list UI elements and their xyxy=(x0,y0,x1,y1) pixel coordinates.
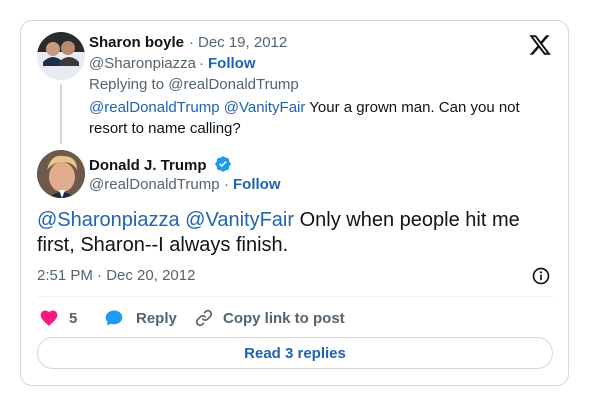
reply-button[interactable]: Reply xyxy=(104,308,177,328)
tweet-text: @Sharonpiazza @VanityFair Only when peop… xyxy=(37,208,547,258)
parent-mention-vanityfair[interactable]: @VanityFair xyxy=(224,99,306,116)
parent-handle[interactable]: @Sharonpiazza xyxy=(89,55,196,72)
parent-follow-separator: · xyxy=(199,55,204,72)
tweet-mention-vanityfair[interactable]: @VanityFair xyxy=(185,209,294,231)
parent-follow-link[interactable]: Follow xyxy=(208,55,256,72)
info-icon[interactable] xyxy=(531,266,551,286)
thread-line xyxy=(60,84,62,144)
tweet-mention-sharon[interactable]: @Sharonpiazza xyxy=(37,209,180,231)
replying-to-line: Replying to @realDonaldTrump xyxy=(89,76,299,93)
reply-bubble-icon[interactable] xyxy=(104,308,124,328)
link-icon[interactable] xyxy=(194,308,214,328)
x-logo-icon[interactable] xyxy=(528,33,552,57)
tweet-follow-separator: · xyxy=(224,176,229,193)
reply-label[interactable]: Reply xyxy=(136,310,177,327)
parent-tweet-text: @realDonaldTrump @VanityFair Your a grow… xyxy=(89,97,549,139)
tweet-author-name-text[interactable]: Donald J. Trump xyxy=(89,157,207,174)
replying-to-prefix: Replying to xyxy=(89,76,165,93)
tweet-time-separator: · xyxy=(97,267,103,284)
tweet-avatar[interactable] xyxy=(37,150,85,198)
tweet-author-name[interactable]: Donald J. Trump xyxy=(89,155,232,174)
replying-to-handle[interactable]: @realDonaldTrump xyxy=(168,76,299,93)
parent-avatar[interactable] xyxy=(37,32,85,80)
parent-date-separator: · xyxy=(189,34,194,51)
copy-link-label[interactable]: Copy link to post xyxy=(223,310,345,327)
read-replies-label[interactable]: Read 3 replies xyxy=(244,345,346,362)
copy-link-button[interactable]: Copy link to post xyxy=(194,308,345,328)
like-count: 5 xyxy=(69,309,78,327)
tweet-divider xyxy=(37,296,553,297)
parent-mention-trump[interactable]: @realDonaldTrump xyxy=(89,99,220,116)
tweet-follow-link[interactable]: Follow xyxy=(233,176,281,193)
read-replies-button[interactable]: Read 3 replies xyxy=(37,337,553,369)
tweet-time[interactable]: 2:51 PM xyxy=(37,267,93,284)
parent-date[interactable]: Dec 19, 2012 xyxy=(198,34,287,51)
tweet-timestamp[interactable]: 2:51 PM · Dec 20, 2012 xyxy=(37,267,195,284)
verified-badge-icon xyxy=(215,156,231,172)
heart-icon[interactable] xyxy=(39,308,59,328)
parent-author-name[interactable]: Sharon boyle xyxy=(89,34,184,51)
tweet-handle[interactable]: @realDonaldTrump xyxy=(89,176,220,193)
embedded-tweet-card xyxy=(20,20,569,386)
like-button[interactable]: 5 xyxy=(39,308,77,328)
tweet-date[interactable]: Dec 20, 2012 xyxy=(106,267,195,284)
